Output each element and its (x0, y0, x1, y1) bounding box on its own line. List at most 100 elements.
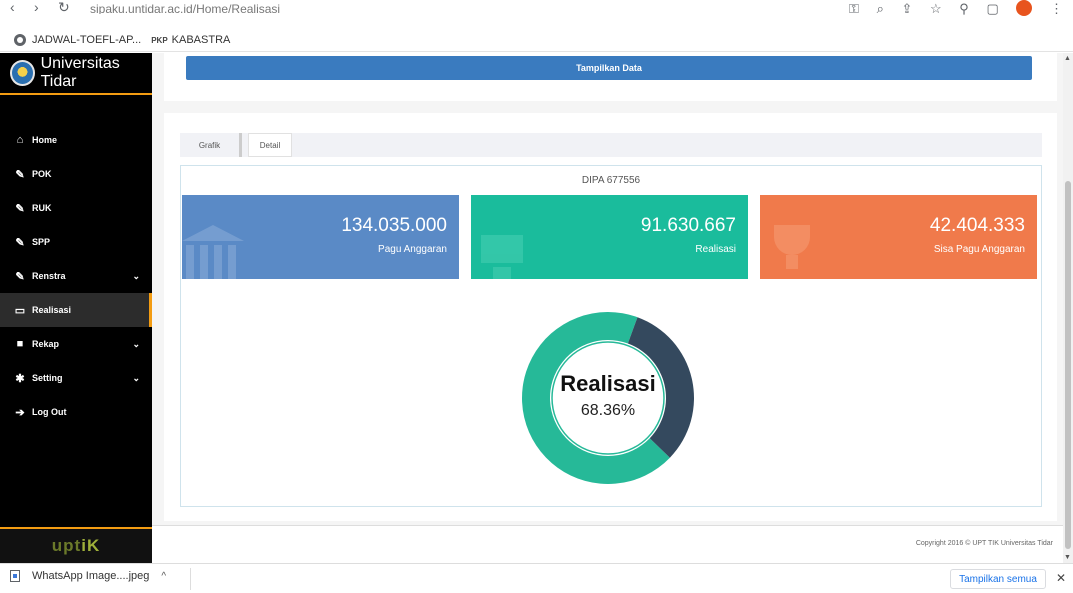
browser-actions: ⚿ ⌕ ⇪ ☆ ⚲ ▢ ⋮ (835, 0, 1063, 16)
sign-out-icon: ➔ (15, 406, 25, 419)
browser-chrome: ‹ › ↻ sipaku.untidar.ac.id/Home/Realisas… (0, 0, 1073, 52)
page-footer: Copyright 2016 © UPT TIK Universitas Tid… (152, 525, 1063, 563)
sidebar-item-home[interactable]: ⌂ Home (0, 123, 152, 157)
bookmarks-bar: JADWAL-TOEFL-AP... PKP KABASTRA (0, 28, 240, 52)
tab-bar: Grafik Detail (180, 133, 1042, 157)
report-panel: Grafik Detail DIPA 677556 134.035.000 Pa… (164, 113, 1057, 521)
sidebar-menu: ⌂ Home ✎ POK ✎ RUK ✎ SPP ✎ Renstra ⌄ ▭ R… (0, 123, 152, 429)
uptik-logo-part-a: upt (51, 536, 82, 555)
sidebar-item-renstra[interactable]: ✎ Renstra ⌄ (0, 259, 152, 293)
bookmark-label: KABASTRA (171, 34, 231, 46)
sidebar-item-logout[interactable]: ➔ Log Out (0, 395, 152, 429)
address-bar[interactable]: sipaku.untidar.ac.id/Home/Realisasi (90, 0, 830, 14)
chart-box: DIPA 677556 134.035.000 Pagu Anggaran 91 (180, 165, 1042, 507)
show-data-button[interactable]: Tampilkan Data (186, 56, 1032, 80)
university-logo-icon (10, 60, 35, 86)
copyright-text: Copyright 2016 © UPT TIK Universitas Tid… (915, 540, 1053, 547)
sidebar-item-label: Renstra (32, 271, 66, 281)
back-icon[interactable]: ‹ (10, 0, 15, 14)
stat-label: Pagu Anggaran (378, 244, 447, 255)
scroll-thumb[interactable] (1065, 181, 1071, 549)
download-filename: WhatsApp Image....jpeg (32, 570, 150, 582)
divider (190, 568, 191, 590)
donut-title: Realisasi (560, 371, 656, 396)
profile-avatar[interactable] (1016, 0, 1033, 16)
download-bar: WhatsApp Image....jpeg ^ Tampilkan semua… (0, 563, 1073, 593)
archive-icon: ■ (16, 338, 24, 350)
url-text: sipaku.untidar.ac.id/Home/Realisasi (90, 2, 281, 14)
edit-icon: ✎ (15, 202, 25, 215)
sidebar-item-label: Home (32, 135, 58, 145)
monitor-icon (481, 235, 523, 279)
realisasi-donut-chart: Realisasi 68.36% (521, 299, 695, 497)
sidebar: Universitas Tidar ⌂ Home ✎ POK ✎ RUK ✎ S… (0, 53, 152, 563)
uptik-logo-part-b: iK (81, 536, 101, 555)
uptik-logo: uptiK (0, 527, 152, 563)
sidebar-item-pok[interactable]: ✎ POK (0, 157, 152, 191)
stat-pagu-anggaran: 134.035.000 Pagu Anggaran (182, 195, 459, 279)
sidebar-item-ruk[interactable]: ✎ RUK (0, 191, 152, 225)
pkp-icon: PKP (151, 35, 168, 45)
dipa-title: DIPA 677556 (581, 175, 641, 186)
download-item[interactable]: WhatsApp Image....jpeg ^ (10, 570, 166, 582)
home-icon: ⌂ (16, 134, 24, 146)
monitor-icon: ▭ (14, 304, 26, 317)
image-file-icon (10, 570, 20, 582)
sidebar-item-label: Log Out (32, 407, 67, 417)
stat-sisa-pagu: 42.404.333 Sisa Pagu Anggaran (760, 195, 1037, 279)
sidebar-item-label: SPP (32, 237, 51, 247)
show-all-downloads-button[interactable]: Tampilkan semua (950, 569, 1046, 589)
uptik-logo-text: uptiK (52, 536, 100, 556)
donut-percent: 68.36% (580, 402, 636, 419)
forward-icon[interactable]: › (34, 0, 39, 14)
page-scrollbar[interactable]: ▲ ▼ (1063, 53, 1073, 563)
bookmark-jadwal[interactable]: JADWAL-TOEFL-AP... (14, 34, 141, 46)
sidebar-item-rekap[interactable]: ■ Rekap ⌄ (0, 327, 152, 361)
bookmark-kabastra[interactable]: PKP KABASTRA (151, 34, 230, 46)
sidebar-item-label: Realisasi (32, 305, 72, 315)
sidebar-item-label: Setting (32, 373, 63, 383)
extension-icon[interactable]: ⚲ (959, 1, 969, 16)
share-icon[interactable]: ⇪ (901, 1, 912, 16)
brand[interactable]: Universitas Tidar (0, 53, 152, 95)
stat-label: Sisa Pagu Anggaran (933, 244, 1025, 255)
stat-value: 91.630.667 (640, 215, 736, 236)
chevron-down-icon: ⌄ (132, 270, 140, 281)
sidebar-item-label: POK (32, 169, 52, 179)
filter-panel: Tampilkan Data (164, 53, 1057, 101)
sidebar-item-setting[interactable]: ✱ Setting ⌄ (0, 361, 152, 395)
window-icon[interactable]: ▢ (986, 1, 998, 16)
bookmark-label: JADWAL-TOEFL-AP... (32, 34, 142, 46)
star-icon[interactable]: ☆ (930, 1, 942, 16)
sidebar-item-label: RUK (32, 203, 52, 213)
browser-toolbar: ‹ › ↻ sipaku.untidar.ac.id/Home/Realisas… (0, 0, 1073, 28)
chevron-down-icon: ⌄ (132, 338, 140, 349)
tab-grafik[interactable]: Grafik (180, 133, 242, 157)
stat-realisasi: 91.630.667 Realisasi (471, 195, 748, 279)
trophy-icon (768, 225, 816, 279)
chevron-down-icon: ⌄ (132, 372, 140, 383)
donut-inner-ring (551, 341, 665, 455)
scroll-down-icon[interactable]: ▼ (1064, 554, 1071, 561)
key-icon[interactable]: ⚿ (849, 1, 859, 16)
bank-icon (182, 225, 244, 279)
edit-icon: ✎ (15, 270, 25, 283)
scroll-up-icon[interactable]: ▲ (1064, 55, 1071, 62)
close-icon[interactable]: ✕ (1056, 571, 1066, 585)
stat-value: 134.035.000 (341, 215, 447, 236)
zoom-icon[interactable]: ⌕ (877, 1, 884, 16)
menu-icon[interactable]: ⋮ (1050, 1, 1063, 16)
sidebar-item-spp[interactable]: ✎ SPP (0, 225, 152, 259)
reload-icon[interactable]: ↻ (58, 0, 70, 14)
main-content: Tampilkan Data Grafik Detail DIPA 677556… (152, 53, 1063, 563)
sidebar-item-realisasi[interactable]: ▭ Realisasi (0, 293, 152, 327)
brand-name: Universitas Tidar (40, 55, 120, 90)
edit-icon: ✎ (15, 236, 25, 249)
tab-detail[interactable]: Detail (248, 133, 292, 157)
sidebar-item-label: Rekap (32, 339, 60, 349)
gear-icon: ✱ (15, 372, 25, 385)
edit-icon: ✎ (15, 168, 25, 181)
donut-svg (522, 312, 694, 484)
stat-value: 42.404.333 (929, 215, 1025, 236)
chevron-up-icon[interactable]: ^ (161, 571, 166, 582)
